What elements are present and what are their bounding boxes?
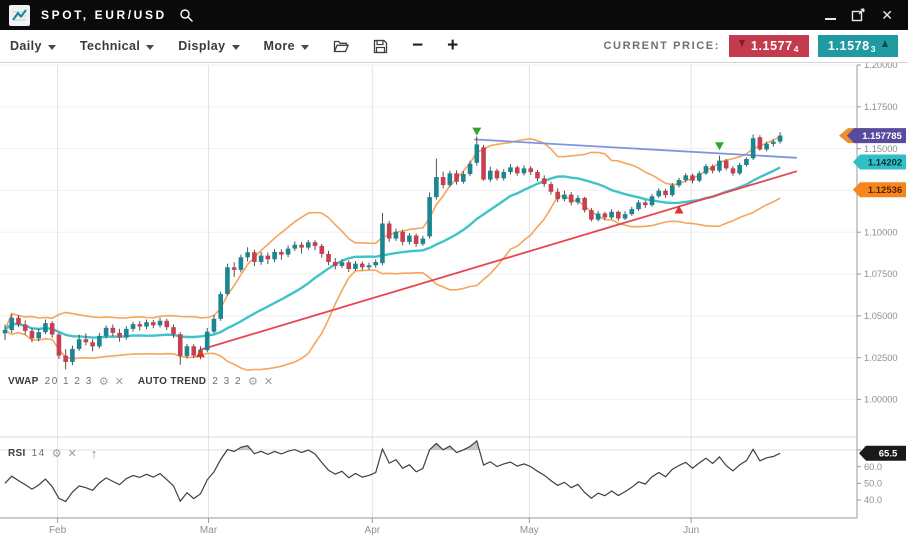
trade-signal-markers — [196, 128, 724, 358]
price-chart-svg: 1.200001.175001.150001.125001.100001.075… — [0, 63, 908, 538]
title-bar: SPOT, EUR/USD ✕ — [0, 0, 908, 30]
tick-up-icon — [882, 40, 888, 47]
menu-display[interactable]: Display — [178, 39, 239, 53]
svg-text:1.157785: 1.157785 — [862, 131, 902, 142]
chart-canvas[interactable]: 1.200001.175001.150001.125001.100001.075… — [0, 63, 908, 538]
rsi-indicator-label: RSI 14 ⚙ ✕ ↑ — [8, 446, 97, 461]
open-chart-icon[interactable] — [333, 39, 349, 54]
svg-text:1.02500: 1.02500 — [864, 353, 898, 363]
chevron-down-icon — [146, 45, 154, 50]
auto-trend-remove-icon[interactable]: ✕ — [264, 377, 273, 387]
save-chart-icon[interactable] — [373, 39, 388, 54]
rsi-collapse-arrow-icon[interactable]: ↑ — [91, 446, 98, 461]
svg-text:1.10000: 1.10000 — [864, 227, 898, 237]
svg-text:1.17500: 1.17500 — [864, 102, 898, 112]
bid-price-badge: 1.15774 — [729, 35, 809, 57]
chevron-down-icon — [48, 45, 56, 50]
price-tags: 1.157785 1.14202 1.12536 65.5 — [839, 128, 906, 461]
svg-text:60.0: 60.0 — [864, 462, 882, 472]
svg-text:1.20000: 1.20000 — [864, 63, 898, 70]
symbol-title: SPOT, EUR/USD — [41, 8, 167, 22]
zoom-in-button[interactable]: + — [447, 37, 458, 55]
svg-text:1.05000: 1.05000 — [864, 311, 898, 321]
svg-text:Jun: Jun — [683, 525, 699, 536]
month-axis-labels: Feb Mar Apr May Jun — [49, 518, 699, 536]
svg-text:1.12536: 1.12536 — [868, 185, 902, 196]
vwap-settings-gear-icon[interactable]: ⚙ — [99, 377, 109, 387]
zoom-out-button[interactable]: − — [412, 37, 423, 55]
svg-text:Feb: Feb — [49, 525, 67, 536]
svg-text:1.00000: 1.00000 — [864, 395, 898, 405]
search-icon[interactable] — [179, 8, 194, 23]
current-price-label: CURRENT PRICE: — [603, 40, 720, 52]
svg-text:1.15000: 1.15000 — [864, 144, 898, 154]
menu-timeframe[interactable]: Daily — [10, 39, 56, 53]
svg-text:50.0: 50.0 — [864, 479, 882, 489]
minimize-button[interactable] — [825, 10, 836, 20]
vwap-indicator-label: VWAP 20 1 2 3 ⚙ ✕ — [8, 376, 124, 387]
bollinger-lower-band — [5, 196, 780, 370]
svg-text:65.5: 65.5 — [879, 449, 898, 460]
chevron-down-icon — [301, 45, 309, 50]
svg-text:Mar: Mar — [200, 525, 218, 536]
chevron-down-icon — [232, 45, 240, 50]
ask-price-badge: 1.15783 — [818, 35, 898, 57]
chart-toolbar: Daily Technical Display More − + CURRENT… — [0, 30, 908, 63]
close-window-button[interactable]: ✕ — [881, 8, 893, 22]
svg-text:May: May — [520, 525, 539, 536]
menu-technical[interactable]: Technical — [80, 39, 154, 53]
gridlines — [0, 65, 857, 518]
menu-more[interactable]: More — [264, 39, 309, 53]
app-window: SPOT, EUR/USD ✕ Daily Technical Display … — [0, 0, 908, 538]
auto-trend-indicator-label: AUTO TREND 2 3 2 ⚙ ✕ — [138, 376, 273, 387]
rsi-settings-gear-icon[interactable]: ⚙ — [52, 449, 62, 459]
candlestick-series — [3, 132, 783, 369]
tick-down-icon — [739, 40, 745, 47]
buy-signal-icon — [196, 349, 205, 357]
svg-text:1.14202: 1.14202 — [868, 157, 902, 168]
overlay-indicator-labels: VWAP 20 1 2 3 ⚙ ✕ AUTO TREND 2 3 2 ⚙ ✕ — [8, 376, 273, 387]
trend-line-support — [199, 171, 797, 350]
bollinger-upper-band — [5, 137, 780, 330]
popout-window-button[interactable] — [851, 8, 866, 22]
svg-text:40.0: 40.0 — [864, 495, 882, 505]
svg-text:Apr: Apr — [365, 525, 381, 536]
app-logo-icon — [9, 5, 30, 26]
auto-trend-settings-gear-icon[interactable]: ⚙ — [248, 377, 258, 387]
sell-signal-icon — [472, 128, 481, 136]
rsi-remove-icon[interactable]: ✕ — [68, 449, 77, 459]
svg-text:1.07500: 1.07500 — [864, 269, 898, 279]
vwap-remove-icon[interactable]: ✕ — [115, 377, 124, 387]
